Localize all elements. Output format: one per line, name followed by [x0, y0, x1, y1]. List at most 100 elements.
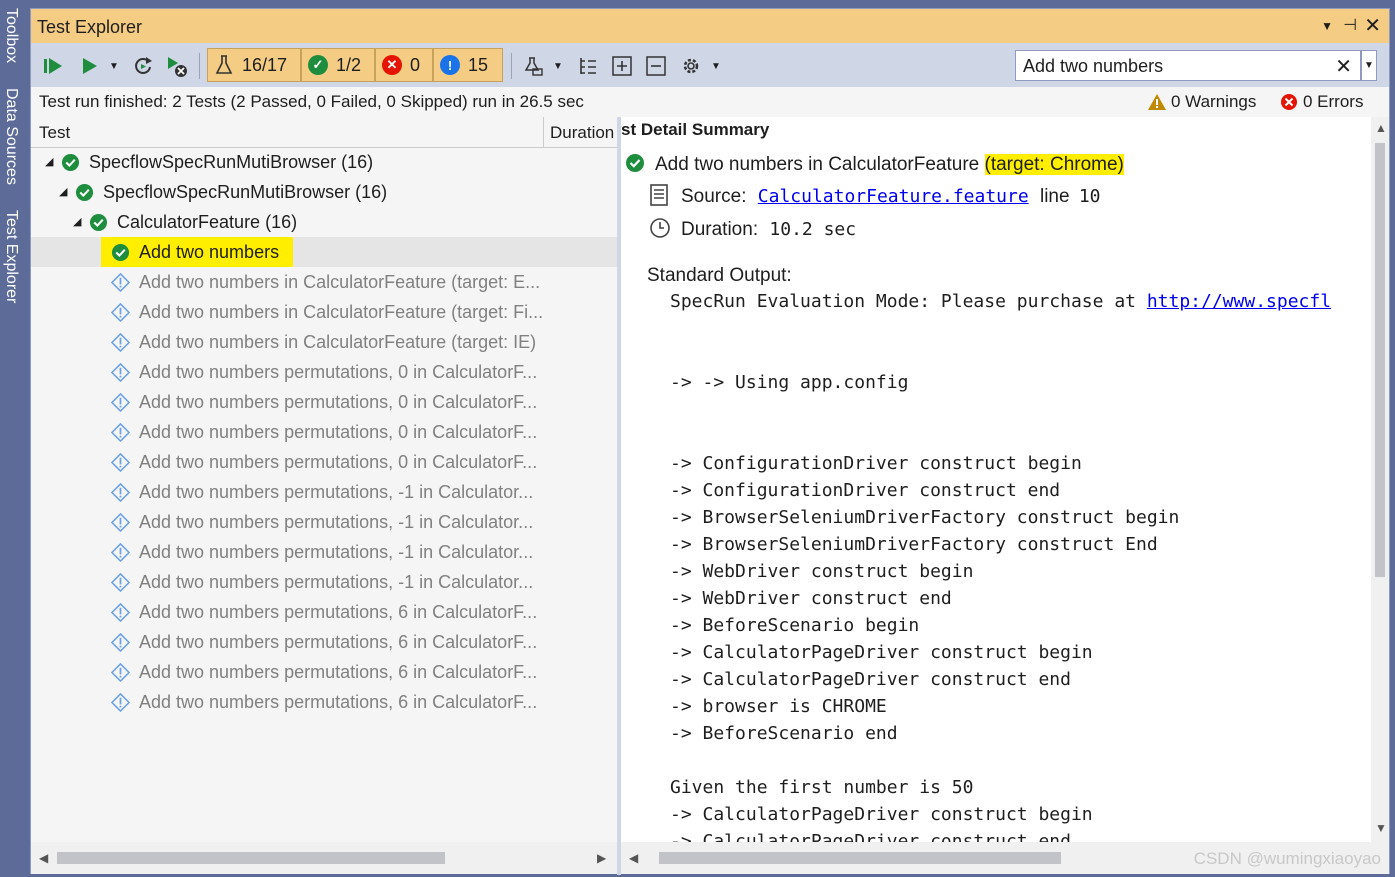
tree-horizontal-scrollbar[interactable]: ◀ ▶	[31, 842, 617, 874]
detail-test-name: Add two numbers in CalculatorFeature	[655, 154, 980, 175]
run-cancel-icon	[168, 57, 187, 77]
search-input[interactable]: Add two numbers	[1023, 56, 1163, 77]
not-run-icon	[110, 602, 131, 623]
output-link[interactable]: http://www.specfl	[1147, 291, 1331, 312]
side-tab-test-explorer[interactable]: Test Explorer	[2, 210, 20, 303]
scroll-left-icon[interactable]: ◀	[39, 851, 48, 865]
output-line-text: Given the first number is 50	[670, 777, 974, 798]
run-summary-text: Test run finished: 2 Tests (2 Passed, 0 …	[39, 92, 584, 111]
tree-row[interactable]: Add two numbers permutations, -1 in Calc…	[31, 537, 617, 567]
filter-total-button[interactable]: 16/17	[207, 48, 301, 82]
run-dropdown-icon[interactable]: ▼	[107, 51, 121, 81]
tree-row[interactable]: Add two numbers permutations, -1 in Calc…	[31, 477, 617, 507]
scroll-right-icon[interactable]: ▶	[597, 851, 606, 865]
standard-output-label: Standard Output:	[647, 265, 792, 286]
tree-row[interactable]: Add two numbers	[31, 237, 617, 267]
detail-horizontal-scroll-thumb[interactable]	[659, 852, 1061, 864]
not-run-icon	[110, 392, 131, 413]
tree-row[interactable]: Add two numbers permutations, -1 in Calc…	[31, 507, 617, 537]
expand-arrow-icon[interactable]: ◢	[59, 185, 67, 198]
gear-icon	[683, 58, 699, 74]
filter-passed-button[interactable]: ✓ 1/2	[301, 48, 375, 82]
collapse-all-button[interactable]	[643, 51, 669, 81]
close-window-icon[interactable]: ✕	[1364, 13, 1381, 38]
toolbar-separator	[511, 53, 512, 79]
output-line-text: -> CalculatorPageDriver construct begin	[670, 804, 1093, 825]
tree-row[interactable]: Add two numbers permutations, 0 in Calcu…	[31, 387, 617, 417]
detail-target-badge: (target: Chrome)	[984, 154, 1124, 175]
cancel-run-button[interactable]	[163, 51, 191, 81]
watermark: CSDN @wumingxiaoyao	[1193, 849, 1381, 868]
run-all-tests-button[interactable]	[39, 51, 67, 81]
expand-all-button[interactable]	[609, 51, 635, 81]
tree-row[interactable]: Add two numbers permutations, 6 in Calcu…	[31, 627, 617, 657]
search-box[interactable]: Add two numbers ✕	[1015, 50, 1361, 81]
expand-arrow-icon[interactable]: ◢	[45, 155, 53, 168]
output-line: -> ConfigurationDriver construct end	[670, 480, 1060, 501]
output-line-text: -> CalculatorPageDriver construct end	[670, 669, 1071, 690]
filter-total-count: 16/17	[242, 54, 288, 75]
tree-row[interactable]: Add two numbers permutations, 6 in Calcu…	[31, 657, 617, 687]
output-line: Given the first number is 50	[670, 777, 973, 798]
tree-row[interactable]: Add two numbers in CalculatorFeature (ta…	[31, 267, 617, 297]
tree-row[interactable]: Add two numbers permutations, 0 in Calcu…	[31, 447, 617, 477]
scroll-left-icon[interactable]: ◀	[629, 851, 638, 865]
column-header-duration[interactable]: Duration	[550, 123, 614, 143]
tree-row-label: Add two numbers permutations, -1 in Calc…	[139, 512, 534, 532]
playlist-dropdown-icon[interactable]: ▼	[551, 51, 565, 81]
window-menu-dropdown-icon[interactable]: ▼	[1321, 19, 1333, 33]
expand-arrow-icon[interactable]: ◢	[73, 215, 81, 228]
error-icon	[1281, 94, 1297, 110]
search-options-dropdown-icon[interactable]: ▼	[1361, 50, 1377, 81]
settings-button[interactable]	[677, 51, 705, 81]
passed-icon	[75, 183, 94, 202]
tree-row[interactable]: ◢ SpecflowSpecRunMutiBrowser (16)	[31, 177, 617, 207]
tree-row[interactable]: Add two numbers in CalculatorFeature (ta…	[31, 327, 617, 357]
tree-horizontal-scroll-thumb[interactable]	[57, 852, 445, 864]
errors-indicator[interactable]: 0 Errors	[1279, 92, 1363, 112]
tree-row-label: Add two numbers in CalculatorFeature (ta…	[139, 272, 541, 292]
passed-icon: ✓	[308, 55, 328, 75]
clear-search-icon[interactable]: ✕	[1335, 54, 1352, 79]
tree-row[interactable]: Add two numbers permutations, 6 in Calcu…	[31, 597, 617, 627]
warnings-indicator[interactable]: 0 Warnings	[1147, 92, 1256, 112]
detail-vertical-scrollbar[interactable]: ▲ ▼	[1371, 117, 1389, 842]
column-header-test[interactable]: Test	[39, 123, 70, 143]
tree-row[interactable]: Add two numbers permutations, -1 in Calc…	[31, 567, 617, 597]
output-line-text: -> BrowserSeleniumDriverFactory construc…	[670, 507, 1180, 528]
run-status-bar: Test run finished: 2 Tests (2 Passed, 0 …	[31, 87, 1389, 117]
group-by-button[interactable]	[575, 51, 601, 81]
repeat-last-run-button[interactable]	[129, 51, 157, 81]
hierarchy-icon	[580, 58, 596, 74]
output-line-text: -> BrowserSeleniumDriverFactory construc…	[670, 534, 1158, 555]
tree-row[interactable]: Add two numbers permutations, 0 in Calcu…	[31, 357, 617, 387]
settings-dropdown-icon[interactable]: ▼	[709, 51, 723, 81]
scroll-down-icon[interactable]: ▼	[1375, 821, 1387, 835]
refresh-icon	[135, 57, 152, 74]
pin-icon[interactable]: ⊣	[1343, 15, 1357, 35]
output-line: -> ConfigurationDriver construct begin	[670, 453, 1082, 474]
filter-not-run-button[interactable]: ! 15	[433, 48, 503, 82]
filter-failed-button[interactable]: ✕ 0	[375, 48, 433, 82]
output-line: -> WebDriver construct begin	[670, 561, 973, 582]
playlist-button[interactable]	[521, 51, 547, 81]
side-tab-toolbox[interactable]: Toolbox	[2, 8, 20, 63]
vertical-scroll-thumb[interactable]	[1375, 143, 1385, 577]
source-file-link[interactable]: CalculatorFeature.feature	[758, 186, 1029, 207]
tree-row[interactable]: Add two numbers in CalculatorFeature (ta…	[31, 297, 617, 327]
tree-row[interactable]: Add two numbers permutations, 6 in Calcu…	[31, 687, 617, 717]
toolbar-separator	[199, 53, 200, 79]
title-bar: Test Explorer ▼ ⊣ ✕	[31, 9, 1389, 43]
run-tests-button[interactable]	[75, 51, 103, 81]
tree-row[interactable]: Add two numbers permutations, 0 in Calcu…	[31, 417, 617, 447]
column-divider[interactable]	[543, 117, 544, 147]
tree-row[interactable]: ◢ SpecflowSpecRunMutiBrowser (16)	[31, 147, 617, 177]
output-line: -> CalculatorPageDriver construct begin	[670, 804, 1093, 825]
output-line: -> WebDriver construct end	[670, 588, 952, 609]
tree-row[interactable]: ◢ CalculatorFeature (16)	[31, 207, 617, 237]
side-tab-data-sources[interactable]: Data Sources	[2, 88, 20, 185]
scroll-up-icon[interactable]: ▲	[1375, 121, 1387, 135]
not-run-icon	[110, 692, 131, 713]
not-run-icon	[110, 632, 131, 653]
toolbar: ▼ 16/17 ✓ 1/2 ✕ 0 ! 15 ▼ ▼ Add two numbe…	[31, 43, 1389, 87]
